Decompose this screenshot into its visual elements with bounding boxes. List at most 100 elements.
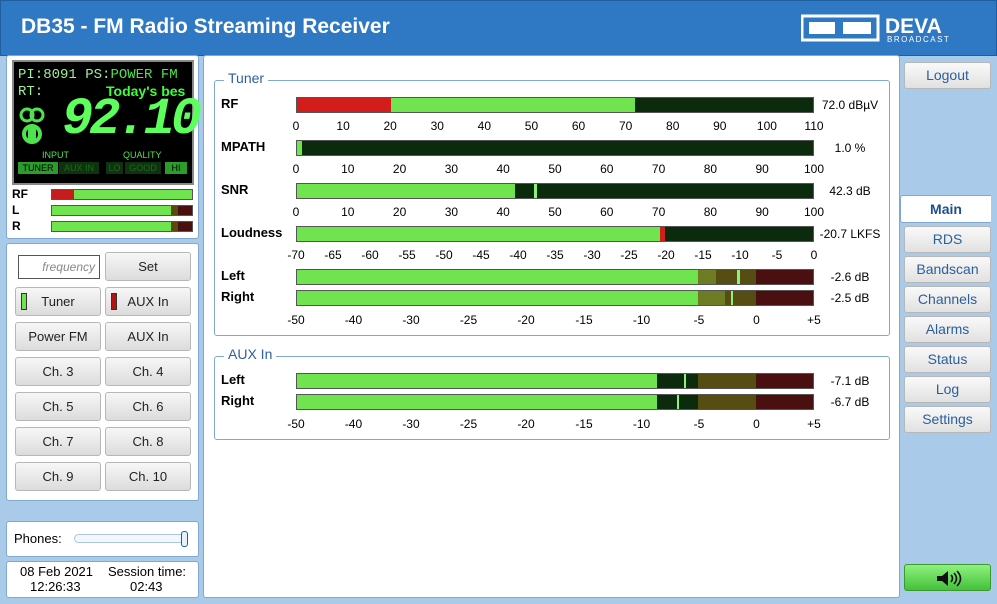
preset-ch9-button[interactable]: Ch. 9 — [15, 462, 101, 491]
deva-logo: DEVA BROADCAST — [801, 14, 949, 44]
preset-ch3-button[interactable]: Ch. 3 — [15, 357, 101, 386]
rf-meter-fill — [390, 98, 635, 112]
loudness-meter — [296, 226, 814, 242]
aux-db-tick-label: 0 — [753, 417, 760, 431]
aux-left-value: -7.1 dB — [830, 374, 870, 388]
tab-rds[interactable]: RDS — [904, 226, 991, 253]
snr-tick-label: 60 — [600, 205, 614, 219]
preset-ch8-button[interactable]: Ch. 8 — [105, 427, 191, 456]
mpath-meter — [296, 140, 814, 156]
tab-bandscan[interactable]: Bandscan — [904, 256, 991, 283]
preset-power-fm-button[interactable]: Power FM — [15, 322, 101, 351]
loudness-tick-label: -40 — [509, 248, 527, 262]
aux-left-meter-clip-zone — [755, 374, 813, 388]
small-rf-meter — [51, 189, 193, 200]
loudness-tick-label: -30 — [583, 248, 601, 262]
tab-channels[interactable]: Channels — [904, 286, 991, 313]
tuner-left-meter-warn-zone — [698, 270, 756, 284]
frequency-input[interactable]: frequency — [18, 255, 100, 279]
loudness-value: -20.7 LKFS — [819, 227, 881, 241]
mpath-tick-label: 50 — [548, 162, 562, 176]
loudness-tick-label: -70 — [287, 248, 305, 262]
preset-ch4-button[interactable]: Ch. 4 — [105, 357, 191, 386]
aux-db-tick-label: -25 — [459, 417, 478, 431]
phones-label: Phones: — [14, 531, 62, 546]
rf-meter-red-fill — [297, 98, 391, 112]
mpath-tick-label: 30 — [444, 162, 459, 176]
loudness-meter-marker — [660, 227, 665, 241]
aux-input-button[interactable]: AUX In — [105, 287, 191, 316]
rf-tick-label: 10 — [336, 119, 350, 133]
aux-right-meter-warn-zone — [698, 395, 756, 409]
phones-volume-slider[interactable] — [74, 534, 188, 543]
tuner-left-meter — [296, 269, 814, 285]
snr-tick-label: 70 — [651, 205, 666, 219]
tuner-db-tick-label: -10 — [632, 313, 651, 327]
snr-tick-label: 10 — [341, 205, 355, 219]
snr-value: 42.3 dB — [829, 184, 871, 198]
rf-tick-label: 50 — [524, 119, 539, 133]
tuner-left-label: Left — [221, 268, 245, 283]
quality-lo-indicator: LO — [106, 162, 123, 174]
loudness-tick-label: -65 — [324, 248, 342, 262]
small-r-label: R — [12, 219, 21, 233]
aux-db-tick-label: -50 — [287, 417, 305, 431]
preset-ch5-button[interactable]: Ch. 5 — [15, 392, 101, 421]
mpath-tick-label: 40 — [496, 162, 510, 176]
rt-label: RT: — [18, 84, 44, 100]
mpath-meter-fill — [297, 141, 303, 155]
loudness-tick-label: -15 — [694, 248, 712, 262]
aux-left-meter-warn-zone — [698, 374, 756, 388]
tab-status[interactable]: Status — [904, 346, 991, 373]
audio-monitor-button[interactable] — [904, 564, 991, 591]
rf-meter — [296, 97, 814, 113]
mpath-tick-label: 60 — [600, 162, 614, 176]
preset-ch7-button[interactable]: Ch. 7 — [15, 427, 101, 456]
aux-db-tick-label: -40 — [344, 417, 363, 431]
loudness-tick-label: -35 — [546, 248, 564, 262]
snr-tick-label: 40 — [496, 205, 510, 219]
tuner-db-tick-label: -20 — [517, 313, 535, 327]
tuner-right-meter — [296, 290, 814, 306]
tuner-right-meter-warn-zone — [698, 291, 756, 305]
rf-tick-label: 70 — [618, 119, 633, 133]
logout-button[interactable]: Logout — [904, 62, 991, 89]
aux-right-meter-peak — [676, 395, 680, 409]
phones-slider-handle[interactable] — [181, 531, 188, 547]
current-date: 08 Feb 2021 — [20, 564, 94, 579]
rf-tick-label: 40 — [477, 119, 492, 133]
tuner-db-tick-label: -15 — [575, 313, 593, 327]
tab-main[interactable]: Main — [900, 195, 991, 223]
aux-right-meter — [296, 394, 814, 410]
tuner-display: PI:8091 PS:POWER FM RT: Today's bes 92.1… — [12, 60, 202, 185]
rf-tick-label: 80 — [666, 119, 680, 133]
snr-tick-label: 20 — [392, 205, 407, 219]
snr-meter-fill — [297, 184, 516, 198]
pi-code: 8091 — [43, 67, 77, 83]
preset-ch6-button[interactable]: Ch. 6 — [105, 392, 191, 421]
snr-meter-peak — [534, 184, 537, 198]
tab-settings[interactable]: Settings — [904, 406, 991, 433]
rf-value: 72.0 dBµV — [821, 98, 879, 112]
aux-db-tick-label: -10 — [632, 417, 651, 431]
tuner-left-value: -2.6 dB — [830, 270, 870, 284]
aux-left-meter — [296, 373, 814, 389]
tuner-db-tick-label: -5 — [693, 313, 705, 327]
tuner-input-button[interactable]: Tuner — [15, 287, 101, 316]
small-rf-label: RF — [12, 187, 28, 201]
tab-log[interactable]: Log — [904, 376, 991, 403]
aux-db-tick-label: -5 — [693, 417, 705, 431]
tuner-left-meter-peak — [737, 270, 740, 284]
small-l-meter — [51, 205, 193, 216]
tuner-db-tick-label: -25 — [459, 313, 478, 327]
loudness-label: Loudness — [221, 225, 283, 240]
preset-ch10-button[interactable]: Ch. 10 — [105, 462, 191, 491]
set-frequency-button[interactable]: Set — [105, 252, 191, 281]
mpath-value: 1.0 % — [834, 141, 866, 155]
tuner-right-meter-clip-zone — [755, 291, 813, 305]
loudness-tick-label: -10 — [731, 248, 749, 262]
tab-alarms[interactable]: Alarms — [904, 316, 991, 343]
snr-meter — [296, 183, 814, 199]
preset-aux-in-button[interactable]: AUX In — [105, 322, 191, 351]
rf-tick-label: 30 — [430, 119, 444, 133]
